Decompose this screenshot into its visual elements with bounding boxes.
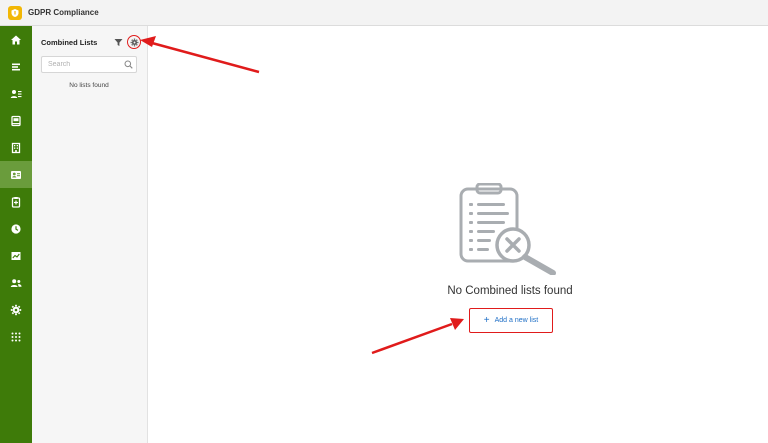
no-lists-message: No lists found	[69, 82, 109, 89]
apps-grid-icon	[11, 332, 21, 341]
building-icon	[11, 142, 21, 153]
panel-header: Combined Lists	[41, 35, 141, 49]
home-icon	[11, 35, 21, 44]
rail-item-building[interactable]	[0, 134, 32, 161]
panel-title: Combined Lists	[41, 37, 98, 47]
people-list-icon	[10, 89, 22, 98]
gear-icon	[130, 38, 138, 46]
search-icon[interactable]	[122, 59, 134, 71]
rail-item-history[interactable]	[0, 215, 32, 242]
rail-item-people-list[interactable]	[0, 80, 32, 107]
clock-icon	[11, 223, 21, 234]
title-bar: GDPR Compliance	[0, 0, 768, 26]
chart-icon	[11, 251, 21, 260]
contact-card-icon	[11, 170, 21, 179]
lists-panel: Combined Lists No lists found	[32, 26, 148, 443]
rail-item-apps[interactable]	[0, 323, 32, 350]
empty-state-title: No Combined lists found	[447, 285, 573, 297]
plus-icon: +	[483, 314, 490, 326]
clipboard-icon	[11, 196, 21, 208]
add-new-list-label: Add a new list	[494, 317, 539, 324]
settings-button[interactable]	[127, 35, 141, 49]
gear-icon	[10, 304, 22, 315]
filter-icon	[114, 38, 122, 46]
search-input[interactable]	[42, 61, 122, 68]
rail-item-clipboard[interactable]	[0, 188, 32, 215]
nav-rail	[0, 26, 32, 443]
search-box	[41, 56, 137, 73]
app-title: GDPR Compliance	[28, 8, 99, 17]
rail-item-users[interactable]	[0, 269, 32, 296]
rail-item-inbox[interactable]	[0, 107, 32, 134]
filter-button[interactable]	[111, 35, 125, 49]
rail-item-settings[interactable]	[0, 296, 32, 323]
shield-icon	[8, 5, 22, 20]
inbox-icon	[11, 115, 21, 126]
rail-item-contacts[interactable]	[0, 161, 32, 188]
add-new-list-button[interactable]: + Add a new list	[469, 308, 553, 333]
list-icon	[12, 63, 20, 70]
rail-item-reports[interactable]	[0, 242, 32, 269]
rail-item-home[interactable]	[0, 26, 32, 53]
users-icon	[10, 278, 22, 287]
clipboard-search-x-icon	[457, 182, 559, 280]
rail-item-lists[interactable]	[0, 53, 32, 80]
